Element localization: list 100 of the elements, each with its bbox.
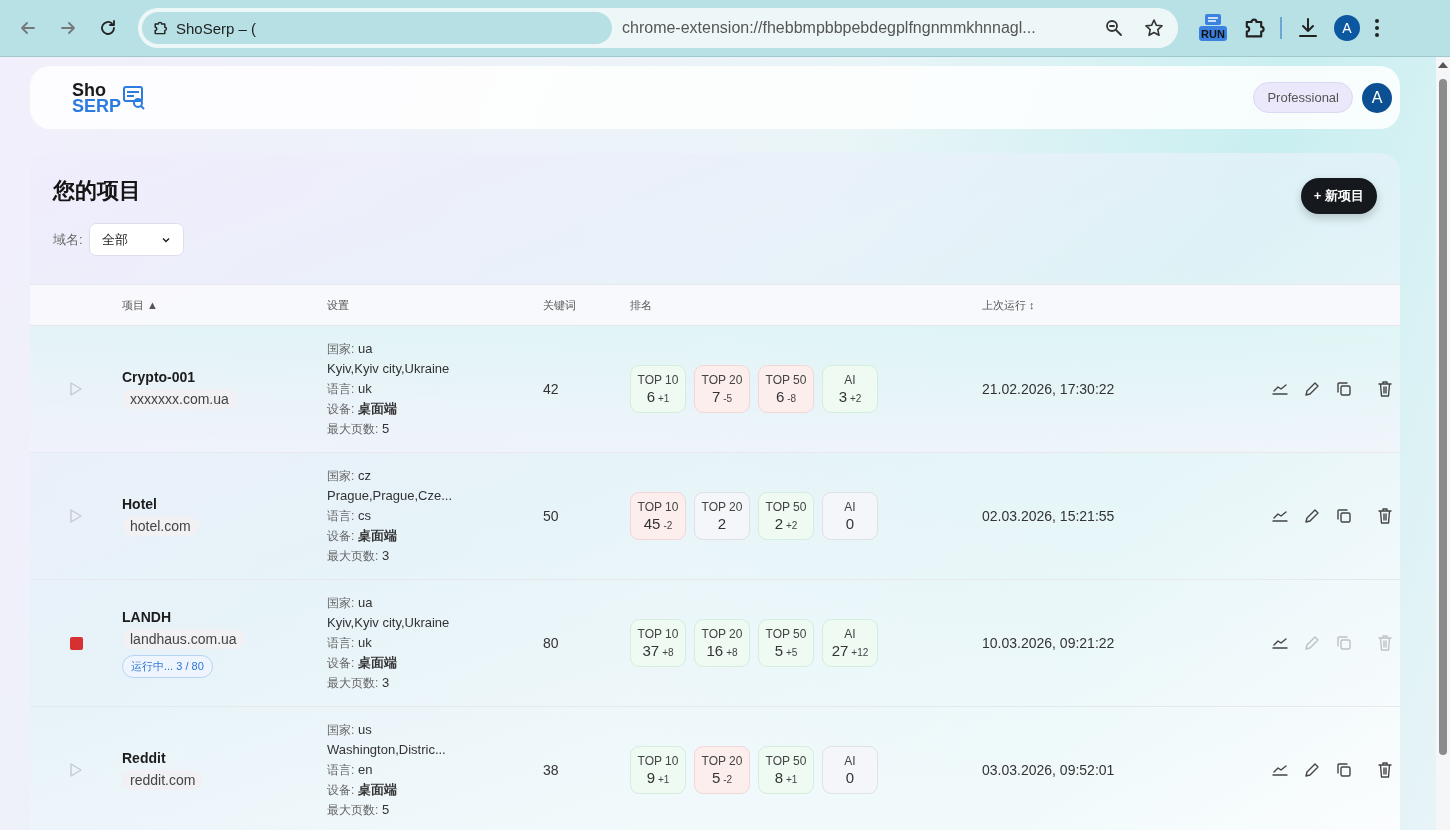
rank-value: 27 xyxy=(831,642,849,659)
setting-line: Washington,Distric... xyxy=(327,741,447,759)
rank-label: TOP 50 xyxy=(765,373,807,387)
rank-label: TOP 50 xyxy=(765,754,807,768)
extension-icon[interactable] xyxy=(152,20,168,36)
rank-value: 5 xyxy=(711,769,721,786)
setting-line: 语言: cs xyxy=(327,507,372,525)
keyword-count: 50 xyxy=(543,508,560,524)
rank-delta: +1 xyxy=(785,774,798,785)
rank-label: TOP 50 xyxy=(765,627,807,641)
setting-line: 国家: ua xyxy=(327,594,374,612)
stop-icon[interactable] xyxy=(69,636,83,650)
keyword-count: 80 xyxy=(543,635,560,651)
last-run-date: 02.03.2026, 15:21:55 xyxy=(982,508,1116,524)
setting-line: 设备: 桌面端 xyxy=(327,781,398,799)
rank-label: TOP 20 xyxy=(701,754,743,768)
rank-delta: +1 xyxy=(657,774,670,785)
rank-label: AI xyxy=(844,627,856,641)
plan-badge: Professional xyxy=(1253,82,1353,113)
rank-value: 0 xyxy=(845,515,855,532)
star-icon[interactable] xyxy=(1144,18,1164,38)
rank-value: 2 xyxy=(717,515,727,532)
scrollbar[interactable] xyxy=(1436,57,1450,830)
column-header[interactable]: 上次运行 ↕ xyxy=(982,297,1035,313)
project-name: Reddit xyxy=(122,750,166,766)
logo-text: SERP xyxy=(72,97,122,114)
menu-icon[interactable] xyxy=(1374,18,1380,38)
project-name: LANDH xyxy=(122,608,171,625)
domain-tag: landhaus.com.ua xyxy=(122,628,245,649)
rank-label: AI xyxy=(844,754,856,768)
rank-value: 6 xyxy=(775,388,785,405)
filter-label: 域名: xyxy=(53,230,83,249)
rank-label: TOP 10 xyxy=(637,373,679,387)
site-chip[interactable]: ShoSerp – ( xyxy=(142,12,612,44)
domain-tag: hotel.com xyxy=(122,516,199,536)
project-name: Crypto-001 xyxy=(122,369,196,385)
rank-delta: -8 xyxy=(787,393,797,404)
setting-line: Kyiv,Kyiv city,Ukraine xyxy=(327,614,451,632)
column-header[interactable]: 项目 ▲ xyxy=(122,297,158,313)
setting-line: 最大页数: 5 xyxy=(327,420,391,438)
setting-line: 最大页数: 5 xyxy=(327,801,391,819)
rank-value: 8 xyxy=(774,769,783,786)
rank-value: 9 xyxy=(646,769,655,786)
rank-delta: +8 xyxy=(726,647,738,658)
rank-label: TOP 10 xyxy=(637,627,679,641)
domain-tag: reddit.com xyxy=(122,770,204,790)
address-bar[interactable]: ShoSerp – ( chrome-extension://fhebbmpbbpebdegplfngnmmkhnnagl... xyxy=(138,8,1178,48)
rank-value: 6 xyxy=(646,388,655,405)
rank-delta: -2 xyxy=(723,774,733,785)
setting-line: 设备: 桌面端 xyxy=(327,400,398,418)
last-run-date: 03.03.2026, 09:52:01 xyxy=(982,762,1116,778)
rank-delta: +8 xyxy=(662,647,674,658)
setting-line: 国家: us xyxy=(327,721,373,739)
keyword-count: 38 xyxy=(543,762,560,778)
logo-text: Sho xyxy=(72,81,106,98)
domain-select[interactable]: 全部 xyxy=(88,223,184,256)
user-avatar[interactable]: A xyxy=(1362,82,1392,113)
rank-label: AI xyxy=(844,373,856,387)
setting-line: 最大页数: 3 xyxy=(327,674,391,692)
profile-avatar[interactable]: A xyxy=(1334,15,1360,41)
copy-icon[interactable] xyxy=(1334,379,1354,399)
column-label: 排名 xyxy=(630,297,652,313)
rank-value: 2 xyxy=(774,515,783,532)
copy-icon[interactable] xyxy=(1334,506,1354,526)
url-text: chrome-extension://fhebbmpbbpebdegplfngnmmkhnnagl... xyxy=(622,19,1037,37)
copy-icon[interactable] xyxy=(1334,760,1354,780)
rank-delta: +5 xyxy=(785,647,798,658)
setting-line: Prague,Prague,Cze... xyxy=(327,487,454,505)
rank-label: TOP 10 xyxy=(637,754,679,768)
rank-delta: +2 xyxy=(785,520,798,531)
setting-line: 语言: uk xyxy=(327,634,373,652)
rank-value: 37 xyxy=(642,642,660,659)
keyword-count: 42 xyxy=(543,381,560,397)
page-title: 您的项目 xyxy=(53,177,141,205)
rank-label: TOP 50 xyxy=(765,500,807,514)
rank-value: 7 xyxy=(711,388,721,405)
new-project-button[interactable]: + 新项目 xyxy=(1300,178,1377,214)
logo-icon xyxy=(122,84,147,111)
zoom-icon[interactable] xyxy=(1104,18,1124,38)
delete-icon[interactable] xyxy=(1375,379,1395,399)
last-run-date: 21.02.2026, 17:30:22 xyxy=(982,381,1116,397)
progress-badge: 运行中... 3 / 80 xyxy=(122,654,213,678)
rank-value: 5 xyxy=(774,642,783,659)
delete-icon[interactable] xyxy=(1375,760,1395,780)
setting-line: 设备: 桌面端 xyxy=(327,527,398,545)
setting-line: 语言: en xyxy=(327,761,374,779)
download-icon[interactable] xyxy=(1296,16,1320,40)
scroll-up-icon[interactable] xyxy=(1438,61,1448,69)
column-label: 关键词 xyxy=(543,297,576,313)
project-name: Hotel xyxy=(122,496,157,512)
rank-label: TOP 20 xyxy=(701,373,743,387)
rank-label: TOP 10 xyxy=(637,500,679,514)
setting-line: 最大页数: 3 xyxy=(327,547,391,565)
rank-delta: +1 xyxy=(657,393,670,404)
rank-value: 45 xyxy=(643,515,661,532)
setting-line: 设备: 桌面端 xyxy=(327,654,398,672)
setting-line: 国家: ua xyxy=(327,340,374,358)
delete-icon[interactable] xyxy=(1375,506,1395,526)
rank-value: 3 xyxy=(838,388,847,405)
rank-delta: +2 xyxy=(849,393,862,404)
